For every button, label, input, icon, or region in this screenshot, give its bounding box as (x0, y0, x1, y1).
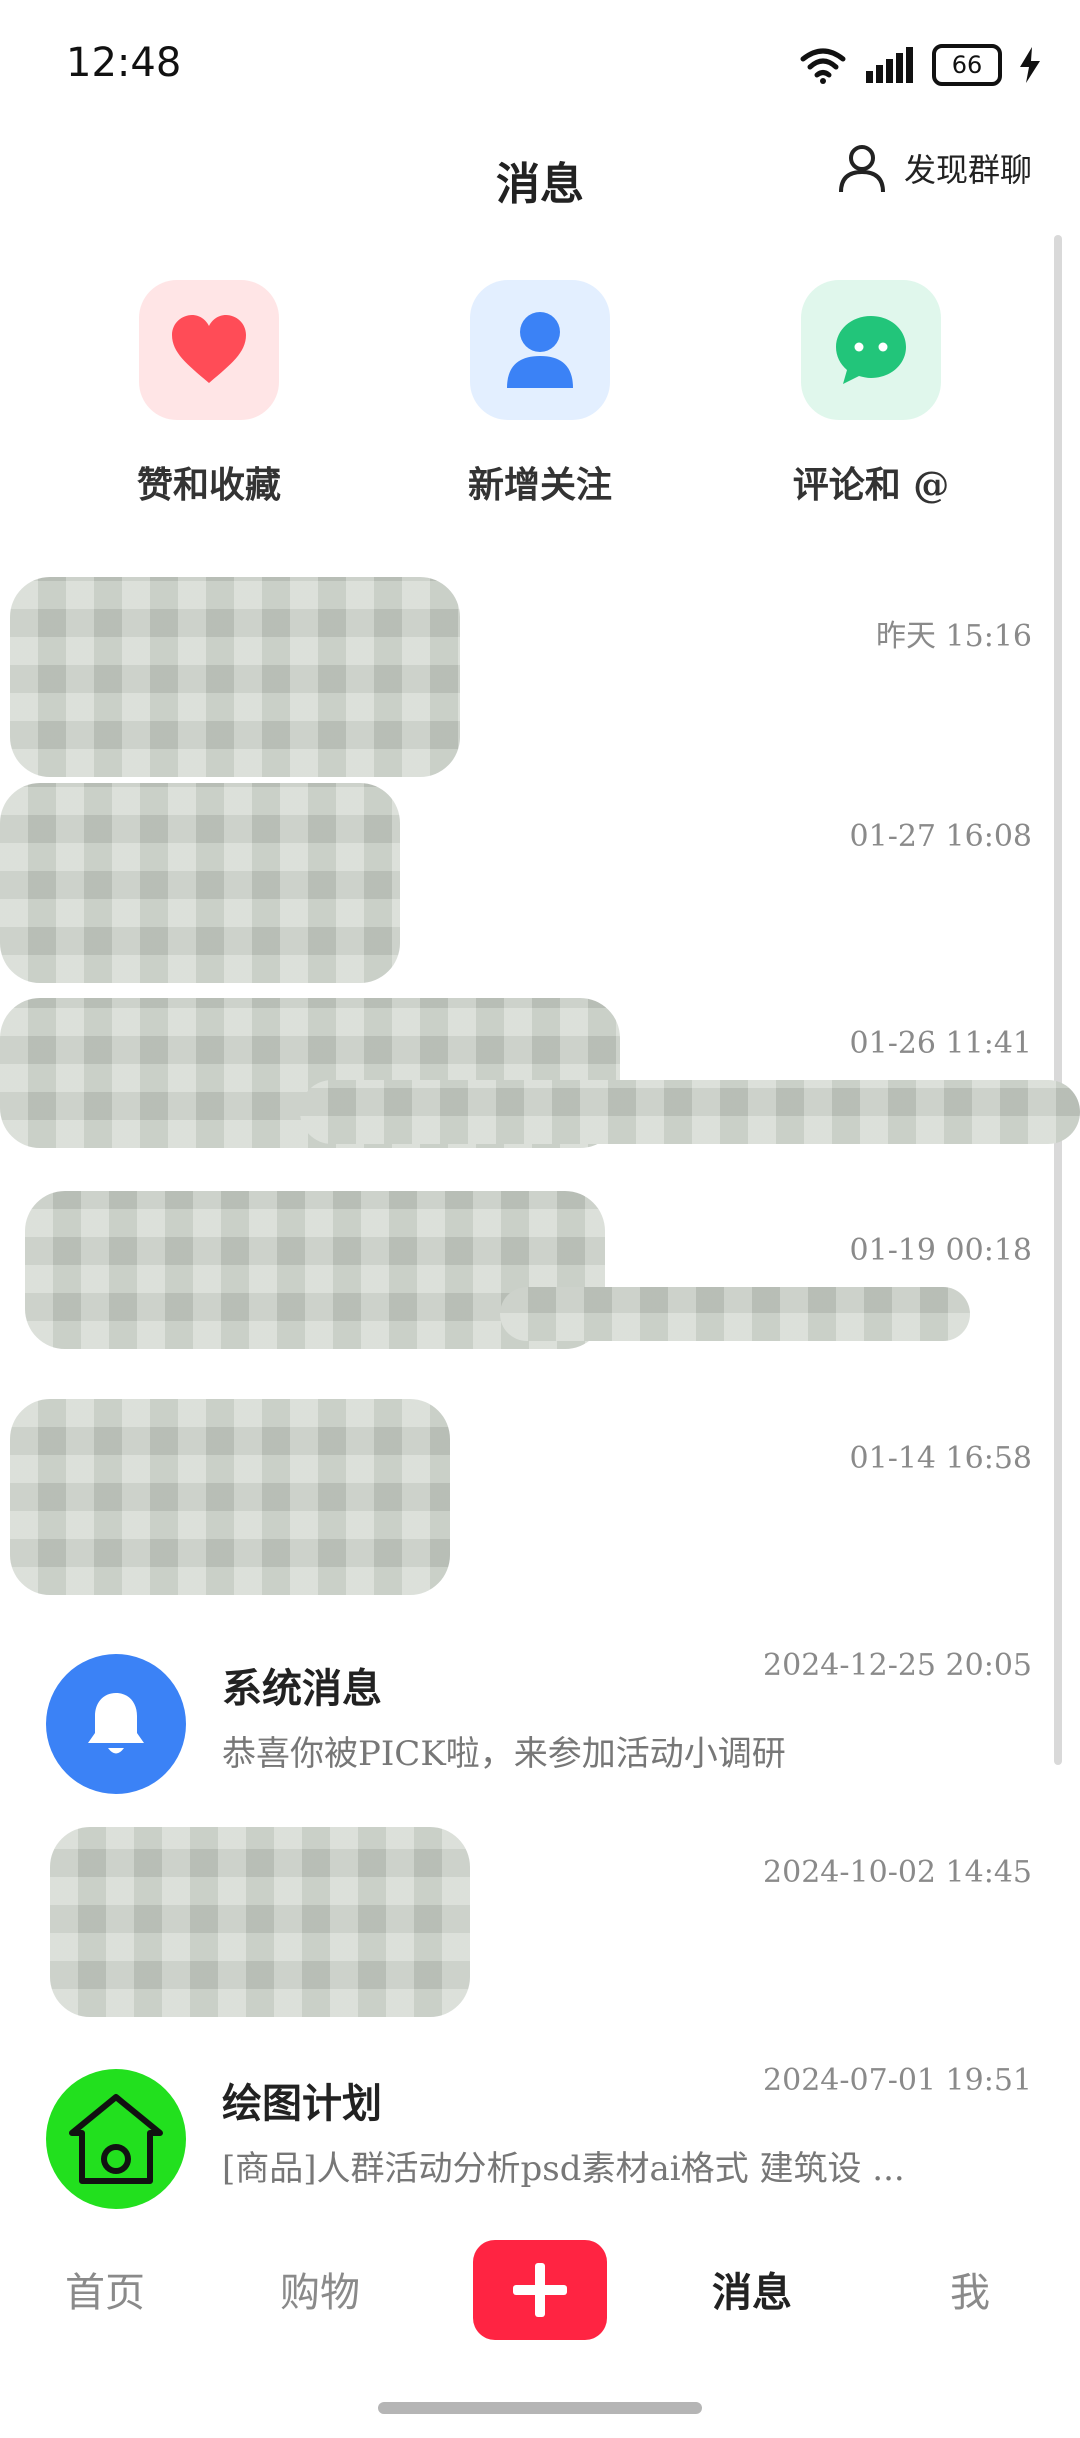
comments-label: 评论和 @ (792, 464, 950, 506)
list-item[interactable]: 昨天 15:16 (0, 577, 1080, 805)
message-title: 系统消息 (222, 1665, 382, 1712)
message-time: 01-14 16:58 (849, 1441, 1032, 1476)
redacted-content (0, 783, 400, 983)
house-icon (69, 2094, 163, 2184)
tab-me[interactable]: 我 (950, 2260, 990, 2318)
redacted-content (10, 1399, 450, 1595)
person-icon (507, 312, 573, 388)
redacted-content (50, 1827, 470, 2017)
message-time: 昨天 15:16 (876, 619, 1032, 654)
message-time: 2024-07-01 19:51 (763, 2063, 1032, 2098)
message-title: 绘图计划 (222, 2080, 382, 2127)
tab-messages[interactable]: 消息 (712, 2260, 792, 2318)
heart-icon (172, 315, 246, 383)
message-preview: 恭喜你被PICK啦，来参加活动小调研 (222, 1734, 786, 1774)
chat-bubble-icon (836, 316, 906, 384)
tab-home[interactable]: 首页 (65, 2260, 145, 2318)
list-item[interactable]: 01-14 16:58 (0, 1399, 1080, 1635)
redacted-content (300, 1080, 1080, 1144)
battery-indicator: 66 (932, 44, 1002, 86)
likes-and-favorites-button[interactable]: 赞和收藏 (79, 280, 339, 508)
followers-label: 新增关注 (467, 464, 612, 506)
quick-actions: 赞和收藏 新增关注 评论和 @ (0, 280, 1080, 510)
plus-icon (513, 2263, 567, 2317)
signal-icon (866, 47, 913, 83)
status-icons: 66 (798, 40, 1040, 90)
status-time: 12:48 (66, 40, 182, 86)
followers-icon-tile (470, 280, 610, 420)
bell-icon (88, 1693, 144, 1754)
status-bar: 12:48 66 (0, 0, 1080, 130)
list-item[interactable]: 01-27 16:08 (0, 783, 1080, 1013)
discover-label: 发现群聊 (903, 151, 1032, 189)
charging-icon (1020, 47, 1040, 83)
home-indicator[interactable] (378, 2402, 702, 2414)
comments-icon-tile (801, 280, 941, 420)
list-item[interactable]: 01-26 11:41 (0, 998, 1080, 1220)
message-time: 2024-10-02 14:45 (763, 1855, 1032, 1890)
tab-shopping[interactable]: 购物 (280, 2260, 360, 2318)
avatar (46, 2069, 186, 2209)
wifi-icon (800, 48, 846, 84)
list-item-system-message[interactable]: 系统消息 恭喜你被PICK啦，来参加活动小调研 2024-12-25 20:05 (0, 1642, 1080, 1842)
avatar (46, 1654, 186, 1794)
list-item[interactable]: 01-19 00:18 (0, 1191, 1080, 1427)
redacted-content (500, 1287, 970, 1341)
discover-group-chat-button[interactable]: 发现群聊 (836, 142, 1032, 194)
page-header: 消息 发现群聊 (0, 130, 1080, 230)
redacted-content (10, 577, 460, 777)
likes-label: 赞和收藏 (136, 464, 281, 506)
message-time: 01-19 00:18 (849, 1233, 1032, 1268)
person-outline-icon (838, 145, 885, 193)
message-time: 01-27 16:08 (849, 819, 1032, 854)
likes-icon-tile (139, 280, 279, 420)
new-followers-button[interactable]: 新增关注 (410, 280, 670, 508)
list-item[interactable]: 2024-10-02 14:45 (0, 1827, 1080, 2049)
message-time: 01-26 11:41 (849, 1026, 1032, 1061)
create-post-button[interactable] (473, 2240, 607, 2340)
comments-and-mentions-button[interactable]: 评论和 @ (741, 280, 1001, 508)
message-preview: [商品]人群活动分析psd素材ai格式 建筑设 ... (222, 2149, 905, 2189)
bottom-tab-bar: 首页 购物 消息 我 (0, 2200, 1080, 2380)
message-time: 2024-12-25 20:05 (763, 1648, 1032, 1683)
